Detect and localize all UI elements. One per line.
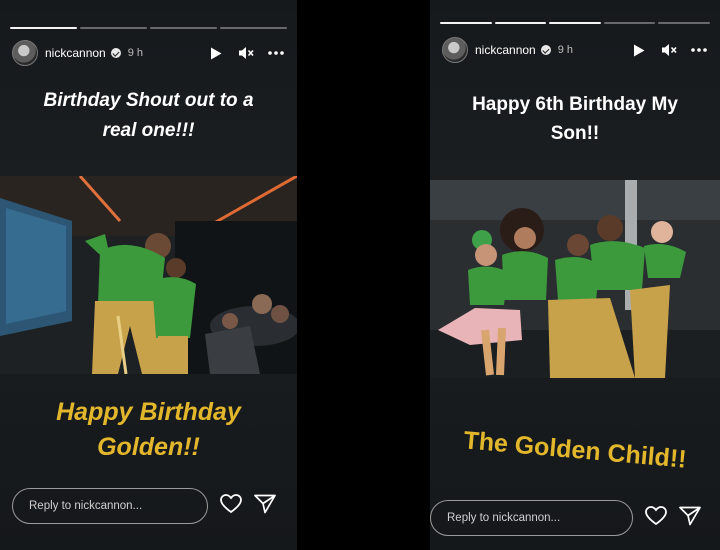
progress-segment xyxy=(549,22,601,24)
progress-segment xyxy=(658,22,710,24)
progress-segment xyxy=(150,27,217,29)
mute-icon[interactable] xyxy=(237,44,255,62)
story-panel-left[interactable]: nickcannon 9 h Birthday Shout out to a r… xyxy=(0,0,297,550)
reply-bar xyxy=(430,500,720,536)
progress-segment xyxy=(494,22,547,24)
progress-segment xyxy=(603,22,656,24)
post-time: 9 h xyxy=(127,47,144,59)
verified-icon xyxy=(540,45,551,55)
username[interactable]: nickcannon xyxy=(45,46,106,60)
progress-segment xyxy=(220,27,287,29)
progress-segment xyxy=(80,27,147,29)
story-photo xyxy=(0,176,297,374)
story-photo xyxy=(430,180,720,378)
mute-icon[interactable] xyxy=(660,41,678,59)
reply-input[interactable] xyxy=(12,488,208,524)
avatar[interactable] xyxy=(12,40,38,66)
more-icon[interactable] xyxy=(267,44,285,62)
caption-line: Happy Birthday xyxy=(56,398,241,426)
post-time: 9 h xyxy=(557,44,574,56)
progress-segment xyxy=(440,22,492,24)
send-icon[interactable] xyxy=(679,506,701,530)
caption-line: Son!! xyxy=(550,123,600,144)
story-header: nickcannon 9 h xyxy=(12,40,285,66)
send-icon[interactable] xyxy=(254,494,276,518)
reply-bar xyxy=(12,488,297,524)
verified-icon xyxy=(110,48,121,58)
caption-line: Golden!! xyxy=(97,433,200,461)
username[interactable]: nickcannon xyxy=(475,43,536,57)
story-caption-top: Birthday Shout out to a real one!!! xyxy=(43,90,254,141)
reply-input[interactable] xyxy=(430,500,633,536)
heart-icon[interactable] xyxy=(220,494,242,518)
progress-segment xyxy=(10,27,77,29)
story-header: nickcannon 9 h xyxy=(442,37,708,63)
play-icon[interactable] xyxy=(207,44,225,62)
story-progress-bar xyxy=(10,27,287,29)
story-caption-bottom: Happy Birthday Golden!! xyxy=(0,395,297,465)
heart-icon[interactable] xyxy=(645,506,667,530)
avatar[interactable] xyxy=(442,37,468,63)
story-caption-bottom: The Golden Child!! xyxy=(462,426,688,474)
story-progress-bar xyxy=(440,22,710,24)
story-panel-right[interactable]: nickcannon 9 h Happy 6th Birthday My Son… xyxy=(430,0,720,550)
play-icon[interactable] xyxy=(630,41,648,59)
caption-line: Happy 6th Birthday My xyxy=(472,94,678,115)
story-caption-top: Happy 6th Birthday My Son!! xyxy=(430,90,720,148)
more-icon[interactable] xyxy=(690,41,708,59)
